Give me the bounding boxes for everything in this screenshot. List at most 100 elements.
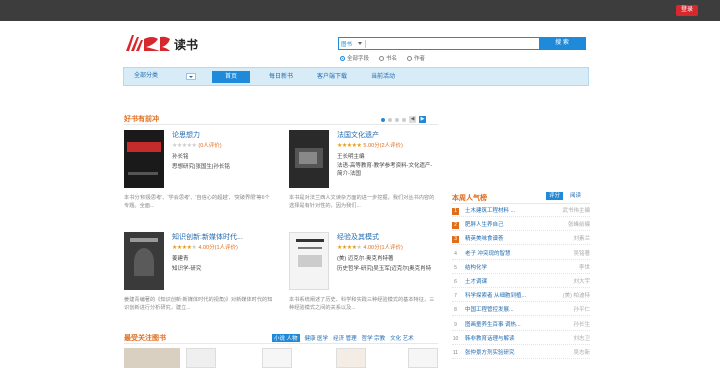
scope-author-radio[interactable]: 作者	[407, 54, 425, 62]
rank-book-author: 孙长生	[573, 321, 590, 328]
divider	[124, 124, 438, 125]
rank-number: 5	[452, 264, 459, 272]
nav-home[interactable]: 首页	[212, 71, 250, 83]
rank-book-title[interactable]: 土木建筑工程材料 ...	[465, 205, 515, 217]
book-category: 法语-高等教育-教学参考资料-文化遗产-简介-法国	[337, 163, 433, 177]
search-type-select[interactable]: 图书	[341, 40, 352, 48]
radio-on-icon	[340, 55, 345, 61]
tab-rating[interactable]: 评分	[546, 192, 564, 200]
prev-arrow-icon[interactable]: ◀	[409, 116, 416, 123]
book-category: 历史哲学-研究|吴玉军|迈克尔|奥克肖特	[337, 266, 432, 272]
pager-dot[interactable]	[402, 117, 406, 122]
book-author: 孙长铭	[172, 154, 189, 160]
chevron-down-icon[interactable]	[358, 42, 362, 45]
book-cover[interactable]	[124, 348, 180, 368]
tab-subject[interactable]: 哲学 宗教	[362, 334, 386, 342]
rank-number: 6	[452, 279, 459, 286]
ranking-row[interactable]: 3 精英美味食谱荟 刘素兰	[452, 233, 590, 246]
rank-number: 8	[452, 307, 459, 315]
book-description: 姜建青编著的《知识创新:新媒体时代的视角)》对新媒体时代的知识创新进行分析研究，…	[124, 297, 273, 311]
nav-daily-new[interactable]: 每日新书	[262, 71, 300, 83]
brand-logo[interactable]	[124, 33, 174, 53]
radio-off-icon	[379, 55, 385, 61]
ranking-row[interactable]: 1 土木建筑工程材料 ... 武书伟主编	[452, 205, 590, 217]
rank-book-author: 刘素兰	[573, 236, 590, 243]
book-cover[interactable]	[186, 348, 216, 368]
book-cover[interactable]	[408, 348, 438, 368]
rank-book-author: 吴铭著	[573, 250, 590, 257]
radio-off-icon	[407, 55, 413, 61]
scope-all-radio[interactable]: 全部字段	[340, 54, 369, 62]
rank-number: 7	[452, 293, 459, 301]
rank-book-title[interactable]: 韩非教育话理与解读	[465, 333, 515, 345]
rating-stars: ★★★★★ 4.00分(1人评价)	[172, 245, 238, 251]
rank-number: 4	[452, 250, 459, 258]
tab-subject[interactable]: 文化 艺术	[390, 334, 414, 342]
all-categories-dropdown[interactable]: 全部分类	[124, 68, 200, 85]
rank-book-title[interactable]: 中国工程管控发展...	[465, 304, 514, 316]
rank-book-title[interactable]: 图画童养生百事 调热...	[465, 319, 521, 331]
book-cover[interactable]	[289, 130, 329, 188]
nav-events[interactable]: 当前活动	[364, 71, 402, 83]
rank-book-author: 李世	[578, 264, 590, 271]
rank-book-author: 刘志卫	[573, 335, 590, 342]
rating-stars: ★★★★★ (0人评价)	[172, 143, 222, 149]
nav-client-download[interactable]: 客户端下载	[312, 71, 352, 83]
ranking-row[interactable]: 4 老子 冲突现的智慧 吴铭著	[452, 248, 590, 260]
book-author: 姜建青	[172, 256, 189, 262]
carousel-pager: ◀ ▶	[381, 116, 426, 123]
next-arrow-icon[interactable]: ▶	[419, 116, 426, 123]
ranking-row[interactable]: 9 图画童养生百事 调热... 孙长生	[452, 319, 590, 331]
rank-book-title[interactable]: 结构化学	[465, 262, 487, 274]
ranking-row[interactable]: 7 科学探索者 从细胞到植... (美) 帕迪特	[452, 290, 590, 303]
top-bar: 登录	[0, 0, 720, 21]
search-bar: 图书 搜 索	[338, 37, 586, 50]
book-cover[interactable]	[124, 130, 164, 188]
tab-subject[interactable]: 经济 管理	[333, 334, 357, 342]
ranking-row[interactable]: 10 韩非教育话理与解读 刘志卫	[452, 333, 590, 345]
divider	[452, 203, 590, 204]
divider	[124, 343, 438, 344]
ranking-row[interactable]: 11 张仲景方剂实验研究 吴志新	[452, 347, 590, 359]
book-author: (美) 迈克尔·奥克肖特著	[337, 256, 394, 262]
rating-stars: ★★★★★ 4.00分(1人评价)	[337, 245, 403, 251]
subject-tabs: 小说 人物 健康 医学 经济 管理 哲学 宗教 文化 艺术	[272, 334, 414, 342]
ranking-row[interactable]: 5 结构化学 李世	[452, 262, 590, 274]
book-title[interactable]: 论思想力	[172, 130, 200, 140]
search-input[interactable]	[369, 39, 537, 49]
book-cover[interactable]	[336, 348, 366, 368]
ranking-row[interactable]: 6 土才调课 刘大宇	[452, 276, 590, 288]
rank-book-author: (美) 帕迪特	[562, 293, 590, 300]
rank-number: 9	[452, 321, 459, 329]
tab-subject[interactable]: 小说 人物	[272, 334, 300, 342]
rank-book-title[interactable]: 老子 冲突现的智慧	[465, 248, 511, 260]
rank-book-title[interactable]: 精英美味食谱荟	[465, 233, 504, 245]
book-cover[interactable]	[262, 348, 292, 368]
rank-number: 3	[452, 236, 459, 244]
book-cover[interactable]	[289, 232, 329, 290]
rank-number: 1	[452, 208, 459, 215]
tab-subject[interactable]: 健康 医学	[305, 334, 329, 342]
search-button[interactable]: 搜 索	[539, 38, 585, 49]
pager-dot[interactable]	[395, 117, 399, 122]
rank-book-title[interactable]: 张仲景方剂实验研究	[465, 347, 515, 359]
book-cover[interactable]	[124, 232, 164, 290]
book-title[interactable]: 知识创新:新媒体时代...	[172, 232, 243, 242]
chevron-down-icon	[186, 73, 196, 80]
pager-dot[interactable]	[388, 117, 392, 122]
tab-reads[interactable]: 阅读	[567, 192, 584, 200]
rank-book-title[interactable]: 肥胖人生养自己	[465, 219, 504, 231]
search-scope-options: 全部字段 书名 作者	[340, 54, 425, 62]
login-button[interactable]: 登录	[676, 5, 698, 16]
book-category: 思想研究|张国生|孙长铭	[172, 164, 230, 170]
rank-book-title[interactable]: 土才调课	[465, 276, 487, 288]
scope-title-radio[interactable]: 书名	[379, 54, 397, 62]
rank-number: 2	[452, 222, 459, 230]
book-title[interactable]: 经验及其模式	[337, 232, 379, 242]
pager-dot[interactable]	[381, 117, 385, 122]
ranking-row[interactable]: 8 中国工程管控发展... 孙平仁	[452, 304, 590, 317]
ranking-row[interactable]: 2 肥胖人生养自己 张峰前编	[452, 219, 590, 232]
book-title[interactable]: 法国文化遗产	[337, 130, 379, 140]
rank-book-title[interactable]: 科学探索者 从细胞到植...	[465, 290, 526, 302]
rank-book-author: 刘大宇	[573, 279, 590, 285]
